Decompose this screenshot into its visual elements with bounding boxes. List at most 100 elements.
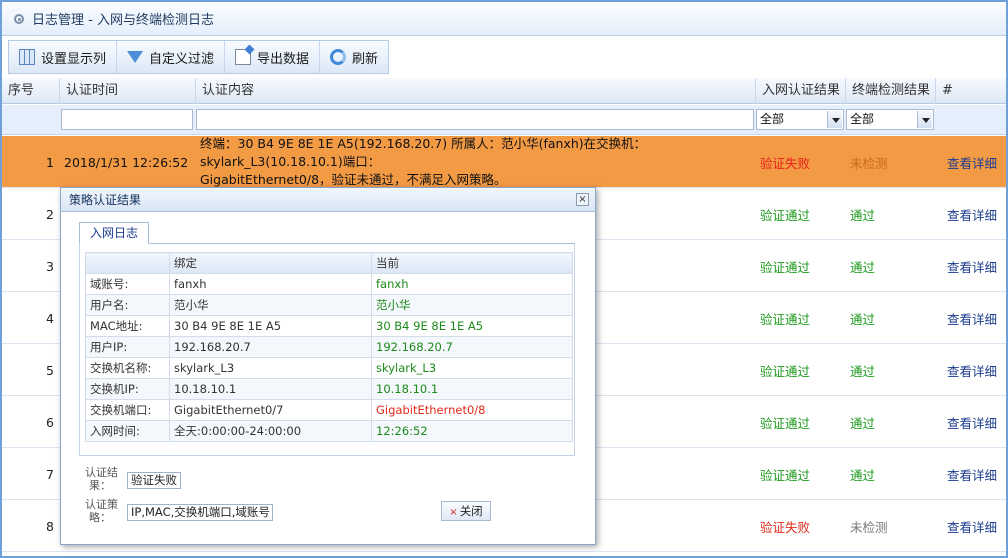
header-check[interactable]: 终端检测结果 xyxy=(846,78,936,104)
close-icon[interactable]: × xyxy=(576,193,589,206)
compare-row: 域账号: fanxh fanxh xyxy=(85,273,573,295)
row-access-result: 验证失败 xyxy=(760,519,811,535)
compare-bind-value: skylark_L3 xyxy=(169,357,372,379)
close-icon: × xyxy=(449,507,458,518)
row-number: 3 xyxy=(46,258,54,274)
dialog-title: 策略认证结果 xyxy=(69,193,142,207)
check-filter-select[interactable]: 全部 xyxy=(846,109,934,130)
row-access-result: 验证通过 xyxy=(760,259,811,275)
compare-label: 域账号: xyxy=(85,273,170,295)
compare-row: 交换机IP: 10.18.10.1 10.18.10.1 xyxy=(85,378,573,400)
view-detail-link[interactable]: 查看详细 xyxy=(938,240,1006,292)
compare-row: MAC地址: 30 B4 9E 8E 1E A5 30 B4 9E 8E 1E A5 xyxy=(85,315,573,337)
compare-label: 交换机端口: xyxy=(85,399,170,421)
chevron-down-icon[interactable] xyxy=(827,111,842,128)
view-detail-link[interactable]: 查看详细 xyxy=(938,136,1006,188)
compare-bind-value: GigabitEthernet0/7 xyxy=(169,399,372,421)
header-time[interactable]: 认证时间 xyxy=(60,78,196,104)
close-button[interactable]: × 关闭 xyxy=(441,501,491,521)
refresh-icon xyxy=(330,49,347,65)
set-columns-button[interactable]: 设置显示列 xyxy=(9,41,118,73)
compare-header-blank xyxy=(85,252,170,274)
header-content[interactable]: 认证内容 xyxy=(196,78,756,104)
dialog-title-bar: 策略认证结果 × xyxy=(61,188,595,212)
compare-bind-value: 10.18.10.1 xyxy=(169,378,372,400)
export-icon xyxy=(235,49,252,65)
compare-label: MAC地址: xyxy=(85,315,170,337)
compare-current-value: fanxh xyxy=(371,273,573,295)
row-check-result: 通过 xyxy=(850,207,876,223)
export-button[interactable]: 导出数据 xyxy=(225,41,321,73)
row-access-result: 验证通过 xyxy=(760,311,811,327)
compare-current-value: 12:26:52 xyxy=(371,420,573,442)
header-num[interactable]: 序号 xyxy=(2,78,60,104)
row-check-result: 未检测 xyxy=(850,519,888,535)
row-access-result: 验证通过 xyxy=(760,207,811,223)
time-filter-input[interactable] xyxy=(61,109,193,130)
row-check-result: 通过 xyxy=(850,467,876,483)
compare-bind-value: 192.168.20.7 xyxy=(169,336,372,358)
view-detail-link[interactable]: 查看详细 xyxy=(938,344,1006,396)
compare-current-value: skylark_L3 xyxy=(371,357,573,379)
row-access-result: 验证通过 xyxy=(760,363,811,379)
table-row[interactable]: 1 2018/1/31 12:26:52 终端：30 B4 9E 8E 1E A5(… xyxy=(2,136,1006,188)
compare-current-value: 192.168.20.7 xyxy=(371,336,573,358)
refresh-label: 刷新 xyxy=(352,51,379,67)
policy-label: 认证策 略： xyxy=(85,498,118,524)
row-number: 8 xyxy=(46,518,54,534)
row-check-result: 通过 xyxy=(850,259,876,275)
policy-field: IP,MAC,交换机端口,域账号 xyxy=(127,504,273,521)
view-detail-link[interactable]: 查看详细 xyxy=(938,448,1006,500)
compare-current-value: 10.18.10.1 xyxy=(371,378,573,400)
result-label: 认证结 果： xyxy=(85,466,118,492)
compare-row: 入网时间: 全天:0:00:00-24:00:00 12:26:52 xyxy=(85,420,573,442)
compare-row: 用户IP: 192.168.20.7 192.168.20.7 xyxy=(85,336,573,358)
row-check-result: 未检测 xyxy=(850,155,888,171)
filter-icon xyxy=(127,51,144,63)
compare-current-value: 30 B4 9E 8E 1E A5 xyxy=(371,315,573,337)
refresh-button[interactable]: 刷新 xyxy=(320,41,388,73)
header-op: # xyxy=(942,83,953,98)
view-detail-link[interactable]: 查看详细 xyxy=(938,188,1006,240)
chevron-down-icon[interactable] xyxy=(917,111,932,128)
compare-label: 用户IP: xyxy=(85,336,170,358)
result-filter-select[interactable]: 全部 xyxy=(756,109,844,130)
columns-icon xyxy=(19,49,35,65)
row-check-result: 通过 xyxy=(850,363,876,379)
compare-header-current: 当前 xyxy=(371,252,573,274)
toolbar: 设置显示列 自定义过滤 导出数据 刷新 xyxy=(2,38,1006,76)
row-number: 7 xyxy=(46,466,54,482)
set-columns-label: 设置显示列 xyxy=(41,51,107,67)
compare-current-value: 范小华 xyxy=(371,294,573,316)
log-icon xyxy=(14,13,24,24)
page-title: 日志管理 - 入网与终端检测日志 xyxy=(32,13,214,28)
row-time: 2018/1/31 12:26:52 xyxy=(64,154,189,170)
compare-bind-value: 全天:0:00:00-24:00:00 xyxy=(169,420,372,442)
policy-result-dialog: 策略认证结果 × 入网日志 绑定 当前 域账号: fanxh fanxh 用户名: 范小… xyxy=(60,187,596,545)
custom-filter-button[interactable]: 自定义过滤 xyxy=(117,41,226,73)
grid-header: 序号 认证时间 认证内容 入网认证结果 终端检测结果 # xyxy=(2,78,1006,104)
compare-bind-value: fanxh xyxy=(169,273,372,295)
row-number: 6 xyxy=(46,414,54,430)
compare-label: 入网时间: xyxy=(85,420,170,442)
row-number: 1 xyxy=(46,154,54,170)
tab-access-log[interactable]: 入网日志 xyxy=(79,222,150,244)
result-field: 验证失败 xyxy=(127,472,181,489)
custom-filter-label: 自定义过滤 xyxy=(149,51,215,67)
filter-row: 全部 全部 xyxy=(2,105,1006,135)
row-content: 终端：30 B4 9E 8E 1E A5(192.168.20.7) 所属人：范… xyxy=(198,136,754,188)
row-check-result: 通过 xyxy=(850,415,876,431)
header-result[interactable]: 入网认证结果 xyxy=(756,78,846,104)
compare-header-bind: 绑定 xyxy=(169,252,372,274)
view-detail-link[interactable]: 查看详细 xyxy=(938,500,1006,552)
content-filter-input[interactable] xyxy=(196,109,754,130)
row-access-result: 验证失败 xyxy=(760,155,811,171)
row-number: 2 xyxy=(46,206,54,222)
row-check-result: 通过 xyxy=(850,311,876,327)
view-detail-link[interactable]: 查看详细 xyxy=(938,396,1006,448)
compare-current-value: GigabitEthernet0/8 xyxy=(371,399,573,421)
title-bar: 日志管理 - 入网与终端检测日志 xyxy=(2,2,1006,36)
compare-label: 用户名: xyxy=(85,294,170,316)
view-detail-link[interactable]: 查看详细 xyxy=(938,292,1006,344)
compare-row: 交换机名称: skylark_L3 skylark_L3 xyxy=(85,357,573,379)
